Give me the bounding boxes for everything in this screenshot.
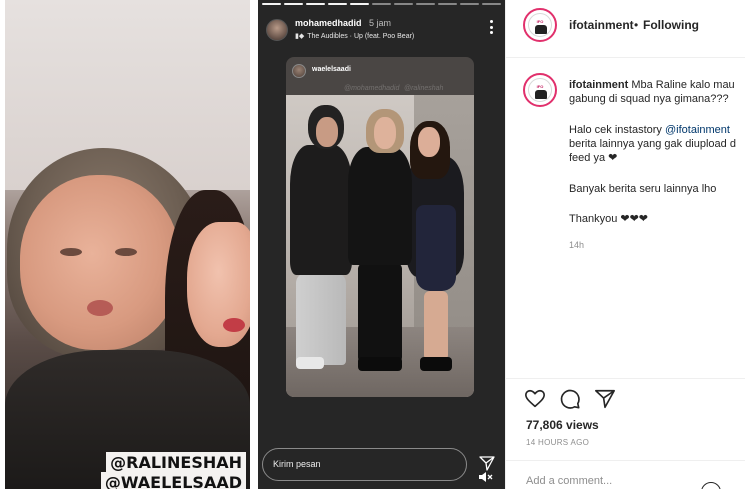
man-mouth: [87, 300, 113, 316]
reshared-username: waelelsaadi: [312, 66, 351, 73]
header-username[interactable]: ifotainment: [569, 18, 634, 32]
post-header: IFO ifotainment • Following: [506, 0, 745, 58]
man-face: [20, 175, 180, 350]
left-story-photo: @RALINESHAH @WAELELSAAD: [5, 0, 250, 489]
man-left-eye: [60, 248, 82, 256]
heart-icon[interactable]: [524, 388, 546, 410]
caption-username[interactable]: ifotainment: [569, 79, 628, 91]
panel-gutter: [0, 0, 5, 489]
story-mention-tag[interactable]: @RALINESHAH: [106, 452, 246, 474]
post-panel: IFO ifotainment • Following IFO ifotainm…: [505, 0, 745, 489]
caption-text: gabung di squad nya gimana???: [569, 93, 729, 105]
account-avatar[interactable]: IFO: [523, 8, 557, 42]
caption-text: Mba Raline kalo mau: [631, 79, 735, 91]
story-username[interactable]: mohamedhadid: [295, 18, 362, 28]
caption-avatar[interactable]: IFO: [523, 73, 557, 107]
paper-plane-icon[interactable]: [479, 455, 495, 471]
story-music-label[interactable]: ▮◆ The Audibles · Up (feat. Poo Bear): [295, 32, 414, 40]
reshared-story-card[interactable]: waelelsaadi @mohamedhadid @ralineshah: [286, 57, 474, 397]
caption-text: feed ya ❤: [569, 152, 618, 164]
man-right-eye: [115, 248, 137, 256]
post-age: 14 HOURS AGO: [526, 438, 590, 447]
more-options-icon[interactable]: [489, 20, 493, 34]
story-reply-input[interactable]: Kirim pesan: [262, 448, 467, 481]
story-timestamp: 5 jam: [369, 18, 392, 28]
mention-link[interactable]: @ifotainment: [665, 124, 730, 136]
woman-lips: [223, 318, 245, 332]
avatar-logo-text: IFO: [536, 19, 544, 24]
reshared-photo: [286, 95, 474, 397]
watermark-text: @ralineshah: [404, 85, 444, 92]
caption-text-part: Halo cek instastory: [569, 124, 665, 136]
panel-gutter: [250, 0, 258, 489]
caption-timestamp: 14h: [569, 240, 585, 250]
caption-text: Thankyou ❤❤❤: [569, 213, 649, 225]
caption-text: Halo cek instastory @ifotainment: [569, 124, 730, 137]
header-separator: •: [634, 18, 639, 32]
watermark-text: @mohamedhadid: [344, 85, 400, 92]
story-avatar[interactable]: [266, 19, 288, 41]
follow-status-button[interactable]: Following: [643, 18, 699, 32]
reply-placeholder: Kirim pesan: [273, 459, 321, 469]
caption-text: Banyak berita seru lainnya lho: [569, 183, 717, 195]
story-mention-tag[interactable]: @WAELELSAAD: [100, 472, 246, 489]
story-music-text: The Audibles · Up (feat. Poo Bear): [307, 33, 415, 40]
view-count[interactable]: 77,806 views: [526, 418, 599, 432]
story-viewer: mohamedhadid 5 jam ▮◆ The Audibles · Up (…: [258, 0, 505, 489]
reshared-avatar: [292, 64, 306, 78]
story-progress-bar: [262, 3, 501, 5]
actions-divider: [506, 378, 745, 379]
comment-icon[interactable]: [559, 388, 581, 410]
comment-divider: [506, 460, 745, 461]
caption-text: berita lainnya yang gak diupload d: [569, 138, 736, 150]
music-bars-icon: ▮◆: [295, 33, 305, 40]
speaker-muted-icon[interactable]: [477, 470, 493, 484]
avatar-logo-text: IFO: [536, 84, 544, 89]
emoji-icon[interactable]: [701, 482, 721, 489]
share-icon[interactable]: [594, 388, 616, 410]
caption-first-line: ifotainment Mba Raline kalo mau: [569, 79, 745, 92]
add-comment-input[interactable]: Add a comment...: [526, 475, 612, 487]
